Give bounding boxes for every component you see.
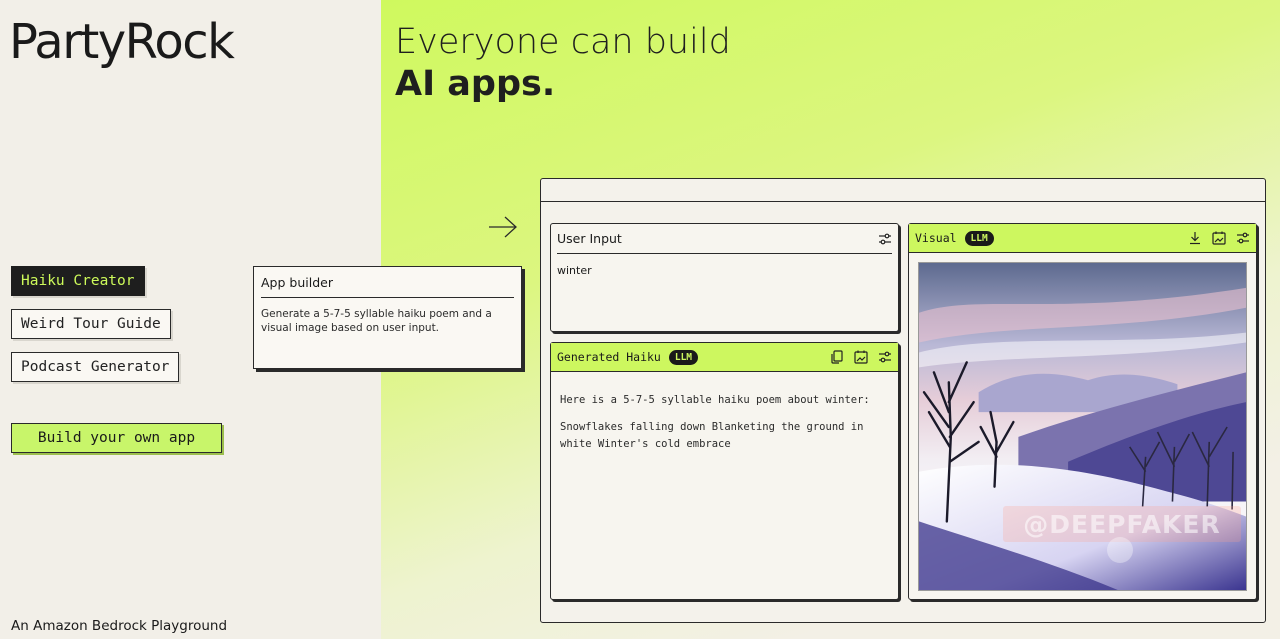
user-input-header: User Input [551, 224, 898, 253]
download-icon[interactable] [1188, 231, 1202, 245]
hero-heading-line2: AI apps. [395, 64, 556, 104]
image-icon[interactable] [1212, 231, 1226, 245]
image-icon[interactable] [854, 350, 868, 364]
watermark-telegram-icon [1107, 537, 1133, 563]
app-builder-card: App builder Generate a 5-7-5 syllable ha… [253, 266, 522, 369]
generated-haiku-header: Generated Haiku LLM [551, 343, 898, 372]
user-input-widget: User Input winter [550, 223, 899, 332]
haiku-intro-text: Here is a 5-7-5 syllable haiku poem abou… [560, 394, 870, 406]
sliders-icon[interactable] [878, 232, 892, 246]
app-preview-frame: User Input winter Generated Haiku LLM He… [540, 178, 1266, 623]
hero-heading-line1: Everyone can build [395, 22, 731, 62]
haiku-poem-text: Snowflakes falling down Blanketing the g… [560, 421, 864, 450]
llm-badge: LLM [668, 349, 699, 365]
generated-haiku-widget: Generated Haiku LLM Here is a 5-7-5 syll… [550, 342, 899, 600]
sliders-icon[interactable] [878, 350, 892, 364]
app-preview-topbar [541, 179, 1265, 202]
app-button-podcast-generator[interactable]: Podcast Generator [11, 352, 180, 382]
visual-title: Visual [915, 231, 957, 245]
llm-badge: LLM [964, 230, 994, 246]
build-your-own-app-button[interactable]: Build your own app [11, 423, 222, 453]
app-button-weird-tour-guide[interactable]: Weird Tour Guide [11, 309, 171, 339]
app-button-haiku-creator[interactable]: Haiku Creator [11, 266, 145, 296]
app-builder-title: App builder [261, 275, 514, 298]
user-input-title: User Input [557, 231, 622, 246]
footer-tagline: An Amazon Bedrock Playground [11, 618, 228, 634]
copy-icon[interactable] [830, 350, 844, 364]
user-input-field[interactable]: winter [551, 254, 898, 287]
partyrock-logo[interactable]: PartyRock [9, 14, 235, 70]
app-builder-description: Generate a 5-7-5 syllable haiku poem and… [261, 308, 492, 334]
visual-header: Visual LLM [909, 224, 1256, 253]
arrow-right-icon [489, 216, 517, 238]
generated-haiku-output: Here is a 5-7-5 syllable haiku poem abou… [551, 372, 898, 473]
sliders-icon[interactable] [1236, 231, 1250, 245]
generated-haiku-title: Generated Haiku [557, 350, 661, 364]
visual-widget: Visual LLM [908, 223, 1257, 600]
